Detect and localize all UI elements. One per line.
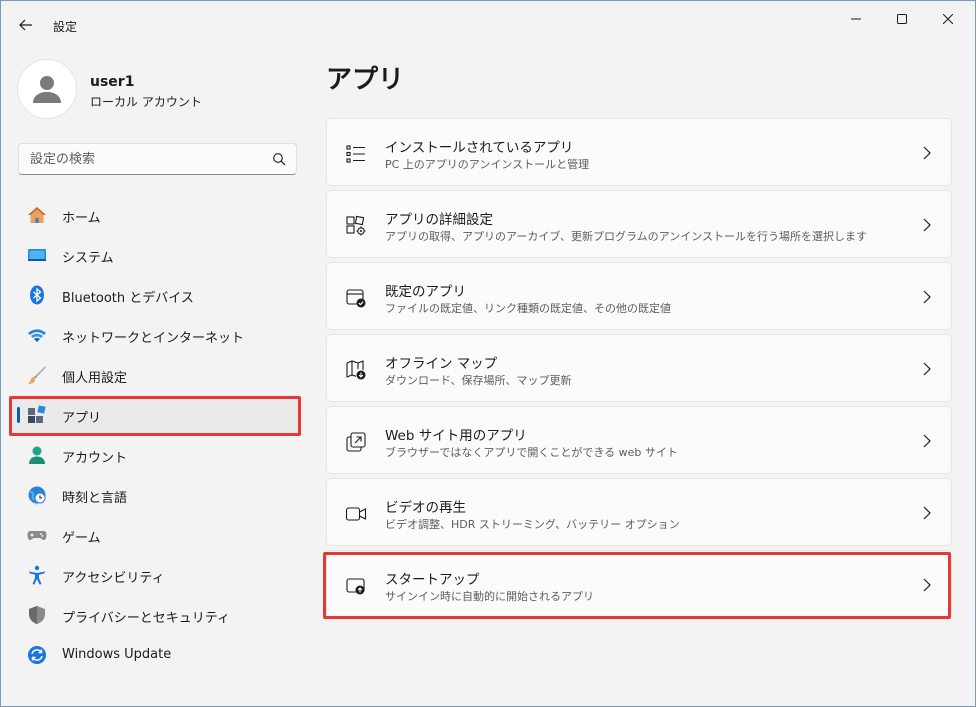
window-title: 設定 bbox=[53, 20, 78, 34]
shield-icon bbox=[29, 606, 45, 624]
sidebar-item-label: Windows Update bbox=[62, 647, 172, 662]
video-icon bbox=[345, 507, 367, 521]
close-button[interactable] bbox=[925, 1, 971, 37]
map-icon bbox=[346, 360, 366, 380]
card-description: ファイルの既定値、リンク種類の既定値、その他の既定値 bbox=[385, 302, 671, 315]
title-bar: 設定 bbox=[1, 1, 975, 49]
card-installed-apps[interactable]: インストールされているアプリ PC 上のアプリのアンインストールと管理 bbox=[326, 118, 952, 186]
search-icon[interactable] bbox=[272, 152, 286, 166]
sidebar-item-bluetooth[interactable]: Bluetooth とデバイス bbox=[11, 275, 299, 315]
sidebar-item-label: ネットワークとインターネット bbox=[62, 331, 245, 346]
card-title: 既定のアプリ bbox=[385, 284, 466, 300]
chevron-right-icon bbox=[923, 434, 931, 448]
app-settings-icon bbox=[346, 215, 366, 236]
sidebar-item-accounts[interactable]: アカウント bbox=[11, 435, 299, 475]
chevron-right-icon bbox=[923, 146, 931, 160]
sidebar-item-label: プライバシーとセキュリティ bbox=[62, 611, 230, 626]
settings-window: 設定 user1 ローカル アカウント 設定の検索 ホーム システム Bluet… bbox=[0, 0, 976, 707]
sidebar-item-system[interactable]: システム bbox=[11, 235, 299, 275]
list-icon bbox=[346, 145, 365, 163]
search-input[interactable] bbox=[19, 144, 259, 174]
wifi-icon bbox=[28, 329, 46, 342]
chevron-right-icon bbox=[923, 218, 931, 232]
system-icon bbox=[28, 249, 46, 261]
card-title: スタートアップ bbox=[385, 572, 480, 588]
minimize-icon bbox=[851, 18, 861, 20]
sidebar-item-windows-update[interactable]: Windows Update bbox=[11, 635, 299, 675]
back-button[interactable] bbox=[11, 11, 41, 39]
default-apps-icon bbox=[346, 289, 366, 308]
bluetooth-icon bbox=[30, 285, 44, 305]
card-description: サインイン時に自動的に開始されるアプリ bbox=[385, 590, 594, 603]
card-description: アプリの取得、アプリのアーカイブ、更新プログラムのアンインストールを行う場所を選… bbox=[385, 230, 868, 243]
user-name: user1 bbox=[90, 74, 135, 90]
chevron-right-icon bbox=[923, 506, 931, 520]
chevron-right-icon bbox=[923, 290, 931, 304]
avatar bbox=[17, 59, 77, 119]
chevron-right-icon bbox=[923, 578, 931, 592]
card-description: PC 上のアプリのアンインストールと管理 bbox=[385, 158, 590, 171]
maximize-icon bbox=[897, 14, 907, 24]
page-title: アプリ bbox=[326, 65, 405, 95]
card-startup[interactable]: スタートアップ サインイン時に自動的に開始されるアプリ bbox=[326, 550, 952, 618]
user-avatar-icon bbox=[33, 76, 61, 103]
sidebar-item-privacy[interactable]: プライバシーとセキュリティ bbox=[11, 595, 299, 635]
card-default-apps[interactable]: 既定のアプリ ファイルの既定値、リンク種類の既定値、その他の既定値 bbox=[326, 262, 952, 330]
accessibility-icon bbox=[29, 565, 45, 585]
sidebar-item-label: ゲーム bbox=[62, 531, 101, 546]
close-icon bbox=[943, 14, 953, 24]
sidebar-item-apps[interactable]: アプリ bbox=[11, 395, 299, 435]
card-apps-for-websites[interactable]: Web サイト用のアプリ ブラウザーではなくアプリで開くことができる web サ… bbox=[326, 406, 952, 474]
home-icon bbox=[28, 207, 46, 223]
card-offline-maps[interactable]: オフライン マップ ダウンロード、保存場所、マップ更新 bbox=[326, 334, 952, 402]
minimize-button[interactable] bbox=[833, 1, 879, 37]
account-icon bbox=[29, 446, 45, 464]
search-box[interactable] bbox=[18, 143, 297, 175]
gamepad-icon bbox=[27, 531, 47, 540]
sidebar-item-label: ホーム bbox=[62, 211, 101, 226]
apps-icon bbox=[28, 405, 46, 423]
card-title: Web サイト用のアプリ bbox=[385, 428, 527, 444]
selection-indicator bbox=[17, 407, 20, 423]
card-description: ビデオ調整、HDR ストリーミング、バッテリー オプション bbox=[385, 518, 680, 531]
sidebar-item-home[interactable]: ホーム bbox=[11, 195, 299, 235]
card-video-playback[interactable]: ビデオの再生 ビデオ調整、HDR ストリーミング、バッテリー オプション bbox=[326, 478, 952, 546]
card-title: ビデオの再生 bbox=[385, 500, 466, 516]
account-type: ローカル アカウント bbox=[90, 95, 202, 109]
sidebar-item-personalization[interactable]: 個人用設定 bbox=[11, 355, 299, 395]
sidebar-nav: ホーム システム Bluetooth とデバイス ネットワークとインターネット … bbox=[11, 195, 301, 675]
time-language-icon bbox=[28, 486, 46, 505]
sidebar-item-time-language[interactable]: 時刻と言語 bbox=[11, 475, 299, 515]
sidebar-item-label: アクセシビリティ bbox=[62, 571, 165, 586]
sidebar-item-gaming[interactable]: ゲーム bbox=[11, 515, 299, 555]
sidebar-item-label: 個人用設定 bbox=[62, 371, 128, 386]
sidebar-item-accessibility[interactable]: アクセシビリティ bbox=[11, 555, 299, 595]
sidebar-item-network[interactable]: ネットワークとインターネット bbox=[11, 315, 299, 355]
sidebar-item-label: アプリ bbox=[62, 411, 102, 426]
card-description: ブラウザーではなくアプリで開くことができる web サイト bbox=[385, 446, 678, 459]
user-profile[interactable]: user1 ローカル アカウント bbox=[17, 59, 297, 121]
settings-card-list: インストールされているアプリ PC 上のアプリのアンインストールと管理 アプリの… bbox=[326, 118, 952, 622]
card-title: インストールされているアプリ bbox=[385, 140, 574, 156]
sidebar-item-label: 時刻と言語 bbox=[62, 491, 128, 506]
card-title: アプリの詳細設定 bbox=[385, 212, 493, 228]
update-icon bbox=[28, 646, 46, 664]
startup-icon bbox=[346, 578, 365, 595]
brush-icon bbox=[28, 366, 46, 384]
card-title: オフライン マップ bbox=[385, 356, 498, 372]
sidebar-item-label: Bluetooth とデバイス bbox=[62, 291, 194, 306]
card-advanced-app-settings[interactable]: アプリの詳細設定 アプリの取得、アプリのアーカイブ、更新プログラムのアンインスト… bbox=[326, 190, 952, 258]
sidebar-item-label: アカウント bbox=[62, 451, 128, 466]
sidebar-item-label: システム bbox=[62, 251, 114, 266]
open-link-icon bbox=[346, 432, 366, 452]
maximize-button[interactable] bbox=[879, 1, 925, 37]
back-arrow-icon bbox=[19, 19, 32, 31]
chevron-right-icon bbox=[923, 362, 931, 376]
card-description: ダウンロード、保存場所、マップ更新 bbox=[385, 374, 572, 387]
